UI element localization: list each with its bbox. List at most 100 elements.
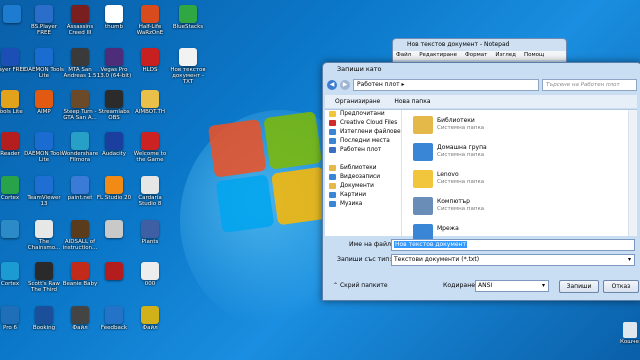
filename-input[interactable]: Нов текстов документ	[391, 239, 635, 251]
app-icon	[141, 262, 159, 280]
filename-label: Име на файл:	[349, 241, 394, 248]
file-type-select[interactable]: Текстови документи (*.txt) ▾	[391, 254, 635, 266]
app-icon	[141, 132, 159, 150]
notepad-menu-item[interactable]: Файл	[396, 51, 411, 60]
nav-item-label: Последни места	[340, 138, 390, 144]
folder-icon	[329, 192, 336, 198]
desktop-icon[interactable]: Cardaria Studio 8	[130, 176, 170, 216]
app-icon	[35, 306, 53, 324]
desktop-icon[interactable]: AIMBOT.TH	[130, 90, 170, 130]
app-icon	[1, 48, 19, 66]
desktop-icon[interactable]: Audacity	[94, 132, 134, 172]
app-icon	[71, 90, 89, 108]
folder-icon	[413, 197, 433, 215]
desktop-icon[interactable]: Booking	[24, 306, 64, 346]
desktop-icon-label: BlueStacks	[172, 24, 204, 30]
desktop-icon[interactable]	[94, 220, 134, 260]
notepad-menu-item[interactable]: Редактиране	[419, 51, 457, 60]
app-icon	[35, 132, 53, 150]
desktop-icon-label: TeamViewer 13	[27, 195, 61, 207]
dialog-toolbar: Организиране Нова папка	[325, 95, 637, 108]
nav-item[interactable]: Изтеглени файлове	[325, 128, 401, 137]
desktop-icon-label: BS.Player FREE	[30, 24, 58, 36]
desktop-icon[interactable]: BS.Player FREE	[24, 5, 64, 45]
app-icon	[35, 90, 53, 108]
nav-item-label: Creative Cloud Files	[340, 120, 398, 126]
navigation-pane: Предпочитани Creative Cloud Files Изтеглен…	[325, 110, 402, 236]
desktop-icon[interactable]: DAEMON Tools Lite	[24, 132, 64, 172]
desktop-icon[interactable]: Vegas Pro 13.0 (64-bit)	[94, 48, 134, 88]
file-list-item[interactable]: Библиотеки Системна папка	[413, 114, 533, 140]
folder-icon	[413, 170, 433, 188]
desktop-icon[interactable]: Welcome to the Game	[130, 132, 170, 172]
recycle-bin[interactable]: Кошче	[620, 322, 640, 345]
desktop-icon[interactable]: FL Studio 20	[94, 176, 134, 216]
chevron-down-icon: ▾	[541, 282, 545, 289]
filename-value: Нов текстов документ	[394, 241, 467, 248]
new-folder-button[interactable]: Нова папка	[394, 98, 430, 105]
file-list-item[interactable]: Lenovo Системна папка	[413, 168, 533, 194]
desktop-icon[interactable]: Scott's Raw The Third	[24, 262, 64, 302]
desktop-icon[interactable]: Half-Life WaRzOnE	[130, 5, 170, 45]
desktop-icon[interactable]: Feedback	[94, 306, 134, 346]
desktop-icon[interactable]: Файл	[130, 306, 170, 346]
nav-item[interactable]: Последни места	[325, 137, 401, 146]
desktop-icon-label: Feedback	[100, 325, 128, 331]
nav-item[interactable]: Видеозаписи	[325, 173, 401, 182]
desktop-icon[interactable]	[94, 262, 134, 302]
nav-item-label: Предпочитани	[340, 111, 385, 117]
hide-folders-label: Скрий папките	[339, 282, 388, 289]
notepad-menu-item[interactable]: Изглед	[495, 51, 516, 60]
encoding-select[interactable]: ANSI ▾	[475, 280, 549, 292]
notepad-menu-item[interactable]: Формат	[465, 51, 487, 60]
nav-item[interactable]: Creative Cloud Files	[325, 119, 401, 128]
notepad-title: Нов текстов документ - Notepad	[407, 41, 510, 48]
app-icon	[1, 262, 19, 280]
nav-item[interactable]	[325, 155, 401, 164]
folder-icon	[413, 143, 433, 161]
organize-button[interactable]: Организиране	[335, 98, 380, 105]
address-bar-row: ◀ ▶ Работен плот ▸ Търсене на Работен пл…	[327, 79, 637, 91]
nav-item[interactable]: Предпочитани	[325, 110, 401, 119]
app-icon	[141, 306, 159, 324]
desktop-icon[interactable]: HLDS	[130, 48, 170, 88]
nav-item[interactable]: Документи	[325, 182, 401, 191]
back-button[interactable]: ◀	[327, 80, 337, 90]
desktop-icon[interactable]: DAEMON Tools Lite	[24, 48, 64, 88]
dialog-content: Предпочитани Creative Cloud Files Изтеглен…	[325, 109, 637, 242]
nav-item[interactable]: Работен плот	[325, 146, 401, 155]
nav-item[interactable]: Библиотеки	[325, 164, 401, 173]
notepad-menu-item[interactable]: Помощ	[524, 51, 544, 60]
hide-folders-toggle[interactable]: ⌃ Скрий папките	[333, 282, 388, 289]
nav-item[interactable]: Картини	[325, 191, 401, 200]
folder-icon	[329, 174, 336, 180]
folder-icon	[329, 147, 336, 153]
file-list-item[interactable]: Домашна група Системна папка	[413, 141, 533, 167]
desktop-icon[interactable]: Plants	[130, 220, 170, 260]
file-list-scrollbar[interactable]	[628, 110, 637, 236]
cancel-button[interactable]: Отказ	[603, 280, 639, 293]
nav-item-label: Видеозаписи	[340, 174, 381, 180]
desktop-icon-label: The Chainsmo...	[27, 239, 61, 251]
desktop-icon[interactable]: Streamlabs OBS	[94, 90, 134, 130]
address-box[interactable]: Работен плот ▸	[353, 79, 539, 91]
desktop-icon-label: Half-Life WaRzOnE	[136, 24, 164, 36]
desktop-icon[interactable]: thumb	[94, 5, 134, 45]
desktop-icon-label: Scott's Raw The Third	[28, 281, 60, 293]
file-list-item[interactable]: Компютър Системна папка	[413, 195, 533, 221]
forward-button[interactable]: ▶	[340, 80, 350, 90]
desktop-icon[interactable]: The Chainsmo...	[24, 220, 64, 260]
app-icon	[3, 5, 21, 23]
app-icon	[1, 132, 19, 150]
desktop-icon[interactable]: 000	[130, 262, 170, 302]
desktop-icon-label: thumb	[105, 24, 123, 30]
desktop-icon[interactable]: BlueStacks	[168, 5, 208, 45]
file-name: Lenovo	[437, 171, 459, 178]
search-input[interactable]: Търсене на Работен плот	[542, 79, 637, 91]
desktop-icon[interactable]: Нов текстов документ - TXT	[168, 48, 208, 88]
nav-item-label: Библиотеки	[340, 165, 377, 171]
desktop-icon[interactable]: AIMP	[24, 90, 64, 130]
nav-item[interactable]: Музика	[325, 200, 401, 209]
save-button[interactable]: Запиши	[559, 280, 599, 293]
desktop-icon[interactable]: TeamViewer 13	[24, 176, 64, 216]
